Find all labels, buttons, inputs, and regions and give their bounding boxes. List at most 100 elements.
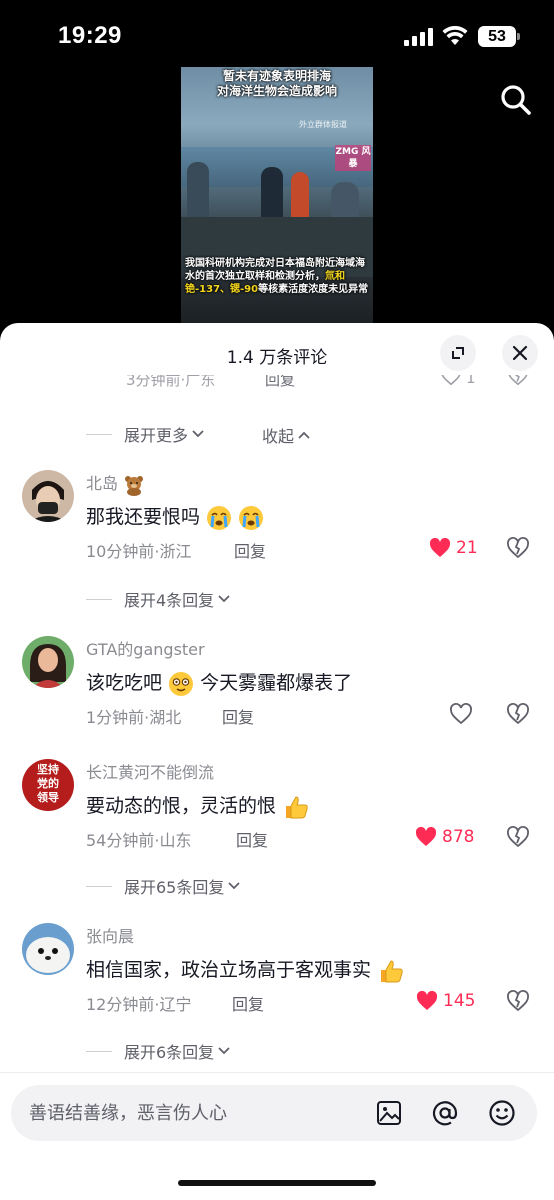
video-top-caption: 暂未有迹象表明排海 对海洋生物会造成影响 — [181, 69, 373, 99]
heart-outline-icon[interactable] — [440, 375, 462, 387]
video-thumbnail[interactable]: 暂未有迹象表明排海 对海洋生物会造成影响 外立群体报道 ZMG 风暴 我国科研机… — [181, 67, 373, 327]
author-name: 北岛 — [86, 474, 119, 493]
close-icon — [512, 345, 528, 361]
image-icon[interactable] — [375, 1099, 403, 1127]
broken-heart-icon[interactable] — [506, 536, 530, 560]
expand-replies-button[interactable]: 展开6条回复 — [124, 1039, 231, 1063]
like-button[interactable]: 878 — [414, 825, 474, 849]
reply-button[interactable]: 回复 — [232, 991, 264, 1015]
chevron-down-icon — [218, 595, 230, 603]
heart-filled-icon — [416, 990, 438, 1010]
status-time: 19:29 — [58, 22, 122, 49]
comment-text-content: 那我还要恨吗 — [86, 506, 201, 528]
reply-button[interactable]: 回复 — [222, 704, 254, 728]
chevron-down-icon — [192, 430, 204, 438]
expand-replies-label: 展开65条回复 — [124, 878, 225, 897]
video-channel-logo: ZMG 风暴 — [335, 145, 371, 171]
like-count: 145 — [443, 991, 476, 1011]
cellular-signal-icon — [404, 28, 434, 46]
comment-author[interactable]: 长江黄河不能倒流 — [86, 759, 214, 783]
avatar[interactable] — [22, 636, 74, 688]
like-button[interactable] — [449, 702, 473, 726]
video-figure — [187, 162, 209, 222]
search-icon[interactable] — [496, 80, 536, 120]
comment-meta: 3分钟前·广东 — [126, 375, 216, 389]
expand-replies-label: 展开6条回复 — [124, 1043, 215, 1062]
partial-comment-row: 3分钟前·广东 回复 1 — [0, 375, 554, 397]
dizzy-face-emoji — [169, 671, 194, 696]
video-caption-line: 对海洋生物会造成影响 — [216, 84, 337, 98]
expand-replies-row: 展开65条回复 — [86, 875, 241, 897]
avatar-text: 坚持党的领导 — [37, 763, 59, 804]
battery-indicator: 53 — [478, 26, 520, 47]
home-indicator — [178, 1180, 376, 1186]
comment-text-content: 该吃吃吧 — [86, 672, 163, 694]
comment-meta: 54分钟前·山东 — [86, 831, 192, 850]
heart-filled-icon — [429, 537, 451, 557]
chevron-down-icon — [218, 1047, 230, 1055]
reply-button[interactable]: 回复 — [265, 375, 295, 390]
like-button[interactable]: 145 — [415, 989, 475, 1013]
divider — [86, 885, 112, 887]
reply-button[interactable]: 回复 — [234, 538, 266, 562]
like-count: 878 — [442, 827, 475, 847]
fullscreen-button[interactable] — [440, 335, 476, 371]
expand-replies-button[interactable]: 展开65条回复 — [124, 874, 241, 898]
expand-icon — [452, 347, 464, 359]
comment-text: 相信国家，政治立场高于客观事实 — [86, 955, 405, 985]
status-bar: 19:29 53 — [0, 0, 554, 70]
comment-text: 要动态的恨，灵活的恨 — [86, 791, 310, 821]
avatar-image — [22, 923, 74, 975]
avatar-image — [22, 470, 74, 522]
broken-heart-icon[interactable] — [506, 702, 530, 726]
comment-author[interactable]: GTA的gangster — [86, 636, 205, 660]
crying-emoji — [207, 505, 232, 530]
comment-text: 该吃吃吧 今天雾霾都爆表了 — [86, 668, 352, 697]
expand-replies-row: 展开4条回复 — [86, 588, 231, 610]
heart-outline-icon — [450, 703, 472, 725]
chevron-down-icon — [228, 882, 241, 890]
thumbs-up-emoji — [286, 795, 308, 818]
comment-input[interactable] — [29, 1099, 359, 1127]
broken-heart-icon[interactable] — [506, 989, 530, 1013]
like-count: 1 — [466, 375, 476, 387]
comment-author[interactable]: 张向晨 — [86, 923, 134, 947]
comment-text-content: 今天雾霾都爆表了 — [200, 672, 353, 694]
expand-more-row: 展开更多 — [86, 423, 205, 445]
avatar[interactable] — [22, 923, 74, 975]
comment-meta: 1分钟前·湖北 — [86, 708, 182, 727]
teddy-bear-emoji — [125, 475, 144, 496]
expand-more-button[interactable]: 展开更多 — [124, 422, 205, 446]
like-button[interactable]: 21 — [428, 536, 478, 560]
collapse-label: 收起 — [262, 427, 295, 446]
broken-heart-icon[interactable] — [507, 375, 529, 387]
expand-replies-button[interactable]: 展开4条回复 — [124, 587, 231, 611]
like-count: 21 — [456, 538, 478, 558]
avatar[interactable] — [22, 470, 74, 522]
comment-meta: 10分钟前·浙江 — [86, 542, 192, 561]
collapse-button[interactable]: 收起 — [262, 423, 311, 447]
broken-heart-icon[interactable] — [506, 825, 530, 849]
expand-replies-row: 展开6条回复 — [86, 1040, 231, 1062]
thumbs-up-emoji — [381, 959, 403, 982]
close-button[interactable] — [502, 335, 538, 371]
comment-input-box — [11, 1085, 537, 1141]
expand-replies-label: 展开4条回复 — [124, 591, 215, 610]
divider — [86, 433, 112, 435]
crying-emoji — [239, 505, 264, 530]
comment-text-content: 相信国家，政治立场高于客观事实 — [86, 959, 372, 981]
divider — [86, 598, 112, 600]
reply-button[interactable]: 回复 — [236, 827, 268, 851]
comment-text: 那我还要恨吗 — [86, 502, 264, 531]
comment-author[interactable]: 北岛 — [86, 470, 145, 496]
comment-text-content: 要动态的恨，灵活的恨 — [86, 795, 277, 817]
emoji-icon[interactable] — [488, 1099, 516, 1127]
avatar[interactable]: 坚持党的领导 — [22, 759, 74, 811]
caption-text: 等核素活度浓度未见异常 — [258, 284, 369, 295]
mention-icon[interactable] — [431, 1099, 459, 1127]
avatar-image — [22, 636, 74, 688]
divider — [86, 1050, 112, 1052]
heart-filled-icon — [415, 826, 437, 846]
comment-meta: 12分钟前·辽宁 — [86, 995, 192, 1014]
video-bottom-caption: 我国科研机构完成对日本福岛附近海域海水的首次独立取样和检测分析，氚和铯-137、… — [185, 257, 371, 296]
